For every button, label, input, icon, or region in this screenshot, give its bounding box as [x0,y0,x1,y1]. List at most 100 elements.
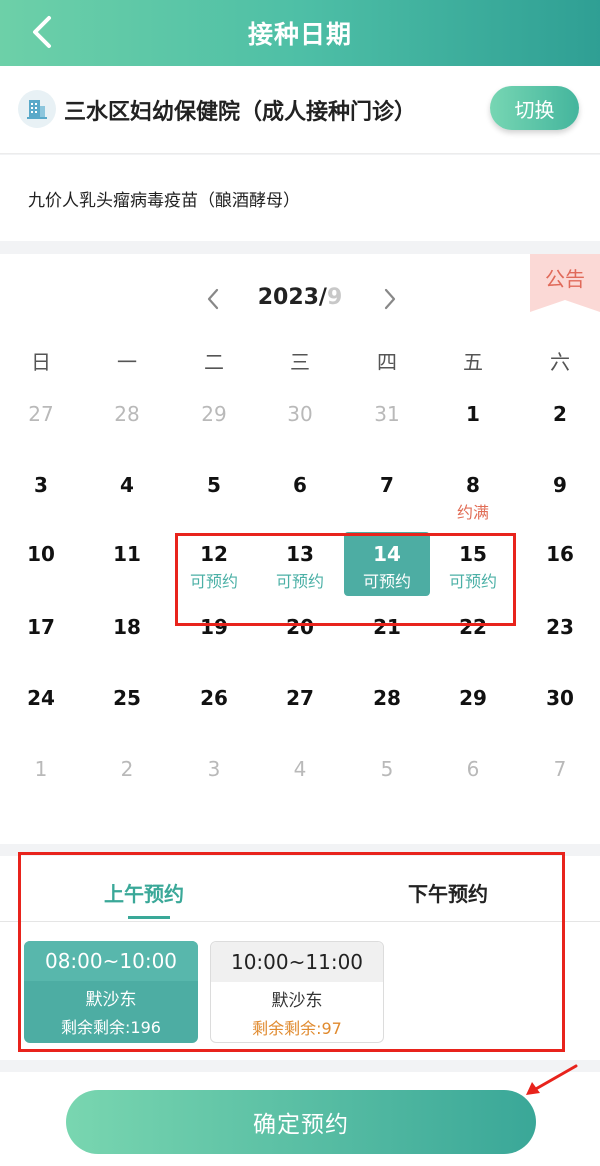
day-status: 可预约 [189,572,238,591]
calendar-day[interactable]: 26 [171,676,257,740]
calendar-day[interactable]: 28 [344,676,430,740]
calendar-day[interactable]: 27 [257,676,343,740]
day-number: 11 [113,542,141,566]
day-number: 6 [293,473,307,497]
calendar-day[interactable]: 1 [430,392,516,456]
calendar-day: 27 [0,392,84,456]
calendar-day[interactable]: 15 可预约 [430,532,516,596]
day-status: 约满 [456,503,489,522]
calendar-day: 1 [0,747,84,811]
day-number: 3 [207,757,221,781]
day-number: 14 [373,542,401,566]
day-number: 13 [286,542,314,566]
day-number: 4 [293,757,307,781]
chevron-left-icon [207,288,219,310]
year-text: 2023/ [257,285,327,310]
day-number: 1 [466,402,480,426]
day-number: 21 [373,615,401,639]
calendar-day[interactable]: 9 [517,463,600,527]
calendar-day[interactable]: 25 [84,676,170,740]
day-number: 28 [373,686,401,710]
tab-divider [0,921,600,922]
weekday-label: 二 [204,350,224,374]
tab-morning[interactable]: 上午预约 [104,878,184,907]
day-number: 23 [546,615,574,639]
calendar-day[interactable]: 17 [0,605,84,669]
hospital-icon [18,90,56,128]
calendar-day: 3 [171,747,257,811]
calendar-day[interactable]: 23 [517,605,600,669]
next-month-button[interactable] [375,284,405,314]
calendar-day: 28 [84,392,170,456]
calendar-day[interactable]: 11 [84,532,170,596]
day-number: 7 [380,473,394,497]
calendar-day: 30 [257,392,343,456]
calendar-day: 31 [344,392,430,456]
tab-afternoon[interactable]: 下午预约 [408,878,488,907]
calendar-day[interactable]: 18 [84,605,170,669]
calendar-day[interactable]: 16 [517,532,600,596]
day-number: 9 [553,473,567,497]
calendar-day[interactable]: 3 [0,463,84,527]
day-status: 可预约 [362,572,411,591]
month-navigation: 2023/9 [0,284,600,314]
day-number: 1 [34,757,48,781]
day-number: 5 [207,473,221,497]
calendar-day[interactable]: 6 [257,463,343,527]
calendar-day[interactable]: 24 [0,676,84,740]
active-tab-indicator [128,916,170,919]
calendar-day[interactable]: 12 可预约 [171,532,257,596]
calendar-day[interactable]: 7 [344,463,430,527]
hospital-name: 三水区妇幼保健院（成人接种门诊） [64,100,417,125]
calendar-day[interactable]: 30 [517,676,600,740]
switch-hospital-button[interactable]: 切换 [490,86,579,130]
calendar: 公告 2023/9 日一二三四五六 27 28 29 30 31 1 2 3 4 5 6 7 8 约满 9 1… [0,254,600,844]
day-number: 4 [120,473,134,497]
calendar-day-selected[interactable]: 14 可预约 [344,532,430,596]
day-number: 17 [27,615,55,639]
calendar-day[interactable]: 10 [0,532,84,596]
day-status: 可预约 [275,572,324,591]
slot-time: 08:00~10:00 [24,941,198,981]
slot-time: 10:00~11:00 [211,942,383,982]
calendar-day[interactable]: 20 [257,605,343,669]
hospital-row: 三水区妇幼保健院（成人接种门诊） 切换 [0,66,600,154]
day-number: 28 [114,402,140,426]
weekday-label: 四 [377,350,397,374]
app-header: 接种日期 [0,0,600,66]
day-number: 29 [201,402,227,426]
confirm-appointment-button[interactable]: 确定预约 [66,1090,536,1154]
calendar-day[interactable]: 2 [517,392,600,456]
calendar-day[interactable]: 29 [430,676,516,740]
calendar-day[interactable]: 13 可预约 [257,532,343,596]
time-slot-card[interactable]: 10:00~11:00 默沙东 剩余剩余:97 [210,941,384,1043]
slot-remaining: 剩余剩余:97 [252,1019,342,1038]
slot-location: 默沙东 [271,991,323,1011]
day-number: 7 [553,757,567,781]
time-slot-panel: 上午预约 下午预约 08:00~10:00 默沙东 剩余剩余:196 10:00… [0,856,600,1060]
day-number: 10 [27,542,55,566]
calendar-day[interactable]: 4 [84,463,170,527]
calendar-day: 7 [517,747,600,811]
day-number: 3 [34,473,48,497]
day-number: 5 [380,757,394,781]
prev-month-button[interactable] [198,284,228,314]
calendar-day[interactable]: 19 [171,605,257,669]
day-number: 2 [553,402,567,426]
weekday-label: 一 [117,350,137,374]
calendar-day[interactable]: 21 [344,605,430,669]
weekday-label: 五 [463,350,483,374]
calendar-day[interactable]: 22 [430,605,516,669]
day-number: 22 [459,615,487,639]
day-number: 27 [286,686,314,710]
back-button[interactable] [20,10,64,54]
calendar-day[interactable]: 8 约满 [430,463,516,527]
chevron-right-icon [384,288,396,310]
weekday-header: 日一二三四五六 [0,346,600,376]
time-slot-card[interactable]: 08:00~10:00 默沙东 剩余剩余:196 [24,941,198,1043]
day-number: 25 [113,686,141,710]
calendar-day: 4 [257,747,343,811]
calendar-day[interactable]: 5 [171,463,257,527]
day-number: 26 [200,686,228,710]
month-label: 2023/9 [250,285,350,310]
